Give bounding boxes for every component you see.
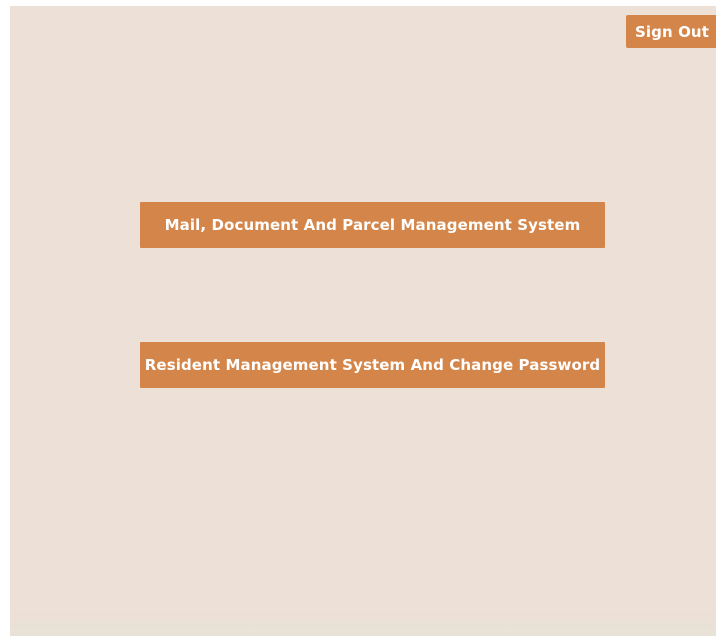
bottom-strip [10, 612, 716, 636]
app-canvas: Sign Out Mail, Document And Parcel Manag… [10, 6, 716, 636]
resident-management-change-password-button[interactable]: Resident Management System And Change Pa… [140, 342, 605, 388]
mail-document-parcel-system-button[interactable]: Mail, Document And Parcel Management Sys… [140, 202, 605, 248]
sign-out-button[interactable]: Sign Out [626, 15, 716, 48]
